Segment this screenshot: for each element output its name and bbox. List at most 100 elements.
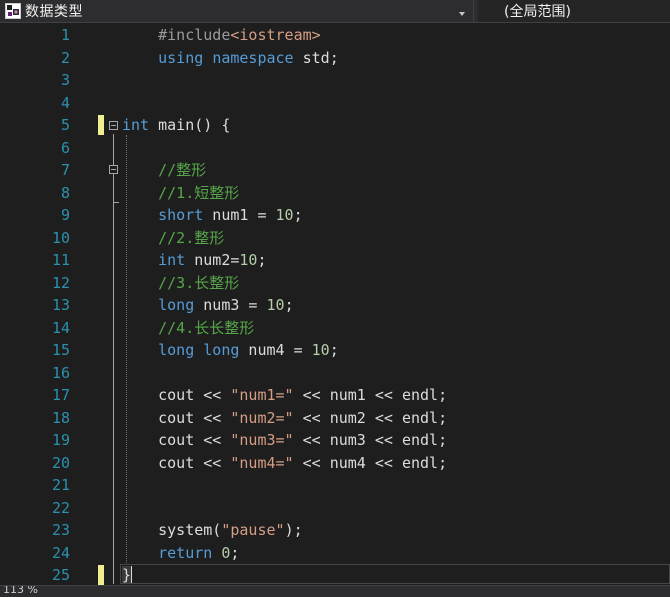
code-token-plain: << num2 << endl; — [293, 408, 448, 427]
code-line[interactable]: 24 return 0; — [0, 542, 670, 564]
line-number: 4 — [60, 93, 70, 112]
code-line[interactable]: 19 cout << "num3=" << num3 << endl; — [0, 429, 670, 451]
code-text: //2.整形 — [122, 228, 224, 248]
code-line[interactable]: 17 cout << "num1=" << num1 << endl; — [0, 384, 670, 406]
code-token-keyword: long — [158, 296, 195, 314]
line-number: 11 — [51, 251, 70, 269]
code-text: #include<iostream> — [122, 25, 321, 45]
global-scope-dropdown[interactable]: (全局范围) — [478, 0, 670, 22]
code-token-plain: << num4 << endl; — [293, 453, 448, 472]
line-number: 20 — [51, 453, 70, 472]
code-editor[interactable]: 1 #include<iostream> 2 using namespace st… — [0, 23, 670, 585]
code-text: //3.长整形 — [122, 273, 239, 293]
code-token-keyword: int — [158, 251, 186, 269]
code-line[interactable]: 18 cout << "num2=" << num2 << endl; — [0, 407, 670, 429]
change-marker — [98, 115, 104, 135]
code-token-string: "num3=" — [230, 431, 294, 449]
change-marker — [98, 565, 104, 585]
class-icon — [5, 3, 21, 19]
code-token-keyword: return — [158, 543, 213, 562]
code-text: int num2=10; — [122, 250, 267, 270]
line-number: 10 — [51, 228, 70, 247]
code-line[interactable]: 8 //1.短整形 — [0, 182, 670, 204]
code-token-plain: ); — [284, 521, 303, 539]
code-line[interactable]: 16 — [0, 362, 670, 384]
line-number: 22 — [51, 498, 70, 517]
code-token-number: 10 — [275, 206, 294, 224]
line-number: 9 — [60, 206, 70, 224]
line-number: 8 — [60, 183, 70, 202]
chevron-down-icon[interactable] — [456, 5, 468, 17]
code-token-plain: num2= — [185, 251, 240, 269]
code-token-plain: cout << — [158, 386, 231, 404]
code-line[interactable]: 7 //整形 — [0, 159, 670, 181]
code-line[interactable]: 23 system("pause"); — [0, 519, 670, 541]
project-scope-dropdown[interactable]: 数据类型 — [0, 0, 474, 22]
code-line[interactable]: 15 long long num4 = 10; — [0, 339, 670, 361]
code-token-plain: cout << — [158, 431, 231, 449]
code-token-plain: cout << — [158, 408, 231, 427]
code-line[interactable]: 12 //3.长整形 — [0, 272, 670, 294]
code-text: using namespace std; — [122, 48, 339, 68]
code-token-include: <iostream> — [230, 26, 321, 44]
code-line[interactable]: 20 cout << "num4=" << num4 << endl; — [0, 452, 670, 474]
code-token-keyword: namespace — [212, 48, 294, 67]
code-line[interactable]: 6 — [0, 137, 670, 159]
code-token-string: "num1=" — [230, 386, 294, 404]
code-token-keyword: using — [158, 48, 204, 67]
code-line[interactable]: 1 #include<iostream> — [0, 24, 670, 46]
code-line[interactable]: 22 — [0, 497, 670, 519]
code-line[interactable]: 13 long num3 = 10; — [0, 294, 670, 316]
code-line[interactable]: 2 using namespace std; — [0, 47, 670, 69]
code-line[interactable]: 4 — [0, 92, 670, 114]
code-token-keyword: long — [203, 341, 240, 359]
line-number: 1 — [60, 26, 70, 44]
code-token-comment: //整形 — [158, 161, 207, 179]
zoom-level[interactable]: 113 % — [3, 586, 38, 596]
navigation-bar: 数据类型 (全局范围) — [0, 0, 670, 23]
code-line[interactable]: 21 — [0, 474, 670, 496]
code-token-plain: num3 = — [194, 296, 267, 314]
code-token-plain: ; — [257, 251, 267, 269]
code-line[interactable]: 9 short num1 = 10; — [0, 204, 670, 226]
code-line[interactable]: 25} — [0, 564, 670, 585]
zoom-dropdown-icon[interactable] — [62, 588, 70, 596]
code-text: int main() { — [122, 115, 230, 135]
text-caret — [131, 566, 132, 583]
code-token-comment: //4.长长整形 — [158, 318, 255, 337]
code-line[interactable]: 10 //2.整形 — [0, 227, 670, 249]
code-token-plain: main() { — [149, 116, 231, 134]
line-number: 23 — [51, 521, 70, 539]
code-token-comment: //1.短整形 — [158, 183, 240, 202]
code-line[interactable]: 14 //4.长长整形 — [0, 317, 670, 339]
code-text: //1.短整形 — [122, 183, 239, 203]
code-text: return 0; — [122, 543, 239, 563]
code-text: cout << "num3=" << num3 << endl; — [122, 430, 447, 450]
line-number: 7 — [60, 161, 70, 179]
code-line[interactable]: 5 int main() { — [0, 114, 670, 136]
code-line[interactable]: 3 — [0, 69, 670, 91]
code-token-plain: ; — [284, 296, 294, 314]
current-line-highlight — [120, 564, 670, 584]
code-token-keyword: short — [158, 206, 204, 224]
code-text: cout << "num4=" << num4 << endl; — [122, 453, 447, 473]
code-line[interactable]: 11 int num2=10; — [0, 249, 670, 271]
code-text: long num3 = 10; — [122, 295, 294, 315]
line-number: 16 — [51, 363, 70, 382]
code-token-number: 10 — [311, 341, 330, 359]
code-token-plain: } — [122, 566, 132, 584]
code-text: //整形 — [122, 160, 206, 180]
